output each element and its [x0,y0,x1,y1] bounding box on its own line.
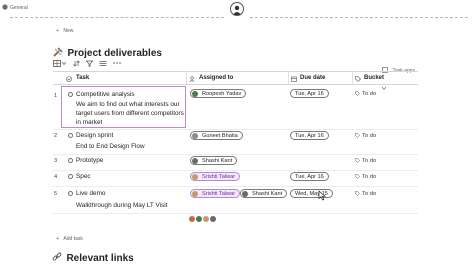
avatar [203,216,209,222]
avatar [192,174,198,180]
avatar [210,216,216,222]
task-title[interactable]: Prototype [76,157,103,164]
plus-icon: + [56,28,59,34]
calendar-icon [291,76,297,82]
task-description[interactable]: End to End Design Flow [76,143,145,150]
bucket-tag[interactable]: To do [355,174,376,180]
add-task-button[interactable]: + Add task [56,227,83,245]
row-number: 3 [54,158,58,164]
avatar [192,158,198,164]
avatar-icon [233,5,241,15]
column-header-task[interactable]: Task [76,75,89,81]
check-circle-icon [66,76,72,82]
section-title: Project deliverables [67,48,162,59]
assignee-summary[interactable] [189,216,229,224]
section-title: Relevant links [66,253,134,264]
toolbar: Task apps [53,59,418,90]
person-icon [189,76,195,82]
divider [10,17,224,18]
sort-icon[interactable] [73,60,80,67]
table-row[interactable]: 4 Spec Srishti Talwar Tue, Apr 16 To do [53,171,418,185]
assignee-chip[interactable]: Srishti Talwar [190,172,241,181]
task-description[interactable]: We aim to find out what interests our [76,101,180,108]
table-row[interactable]: 1 Competitive analysis We aim to find ou… [53,86,418,128]
tools-icon [53,47,63,57]
chevron-down-icon[interactable] [62,62,66,65]
cursor-icon [318,190,326,201]
assignee-chip[interactable]: Roopesh Yadav [190,89,247,98]
due-date-chip[interactable]: Wed, May 15 [290,189,333,198]
plus-icon: + [56,236,59,242]
tag-icon [355,133,360,138]
grid-view-icon[interactable] [53,60,61,67]
task-description[interactable]: in market [76,119,102,126]
avatar[interactable] [230,2,244,16]
task-title[interactable]: Design sprint [76,132,113,139]
avatar [192,91,198,97]
tag-icon [355,91,360,96]
assignee-chip[interactable]: Shashi Kant [190,156,238,165]
task-title[interactable]: Spec [76,173,91,180]
assignee-chip[interactable]: Shashi Kant [240,189,288,198]
avatar [192,191,198,197]
bucket-tag[interactable]: To do [355,91,376,97]
table-row[interactable]: 3 Prototype Shashi Kant To do [53,155,418,169]
complete-checkbox[interactable] [68,191,73,196]
column-header-due[interactable]: Due date [300,75,325,81]
tag-icon [355,174,360,179]
bucket-tag[interactable]: To do [355,133,376,139]
complete-checkbox[interactable] [68,174,73,179]
bucket-tag[interactable]: To do [355,191,376,197]
app-icon [2,4,8,10]
filter-icon[interactable] [86,60,93,67]
avatar [192,133,198,139]
task-title[interactable]: Competitive analysis [76,91,135,98]
section-header: Relevant links [52,248,134,266]
complete-checkbox[interactable] [68,158,73,163]
new-button[interactable]: + New [56,19,73,34]
task-title[interactable]: Live demo [76,190,106,197]
due-date-chip[interactable]: Tue, Apr 16 [290,89,329,98]
more-options-icon[interactable] [113,62,121,64]
link-icon [52,252,62,261]
row-number: 2 [54,133,58,139]
avatar [196,216,202,222]
table-header: Task Assigned to Due date Bucket [53,71,418,85]
avatar [189,216,195,222]
column-header-bucket[interactable]: Bucket [364,75,384,81]
breadcrumb[interactable]: General [10,5,28,11]
row-number: 4 [54,174,58,180]
group-icon[interactable] [99,60,107,67]
divider [250,17,468,18]
tag-icon [355,158,360,163]
complete-checkbox[interactable] [68,133,73,138]
tag-icon [355,191,360,196]
column-header-assigned[interactable]: Assigned to [199,75,233,81]
avatar [242,191,248,197]
assignee-chip[interactable]: Guneet Bhatia [190,131,243,140]
row-number: 5 [54,191,58,197]
table-row[interactable]: 5 Live demo Walkthrough during May LT Vi… [53,187,418,213]
complete-checkbox[interactable] [68,92,73,97]
table-row[interactable]: 2 Design sprint End to End Design Flow G… [53,130,418,154]
assignee-chip[interactable]: Srishti Talwar [190,189,241,198]
tag-icon [355,76,361,82]
due-date-chip[interactable]: Tue, Apr 16 [290,172,329,181]
task-description[interactable]: target users from different competitors [76,110,184,117]
task-description[interactable]: Walkthrough during May LT Visit [76,202,167,209]
bucket-tag[interactable]: To do [355,158,376,164]
row-number: 1 [54,93,58,99]
due-date-chip[interactable]: Tue, Apr 16 [290,131,329,140]
